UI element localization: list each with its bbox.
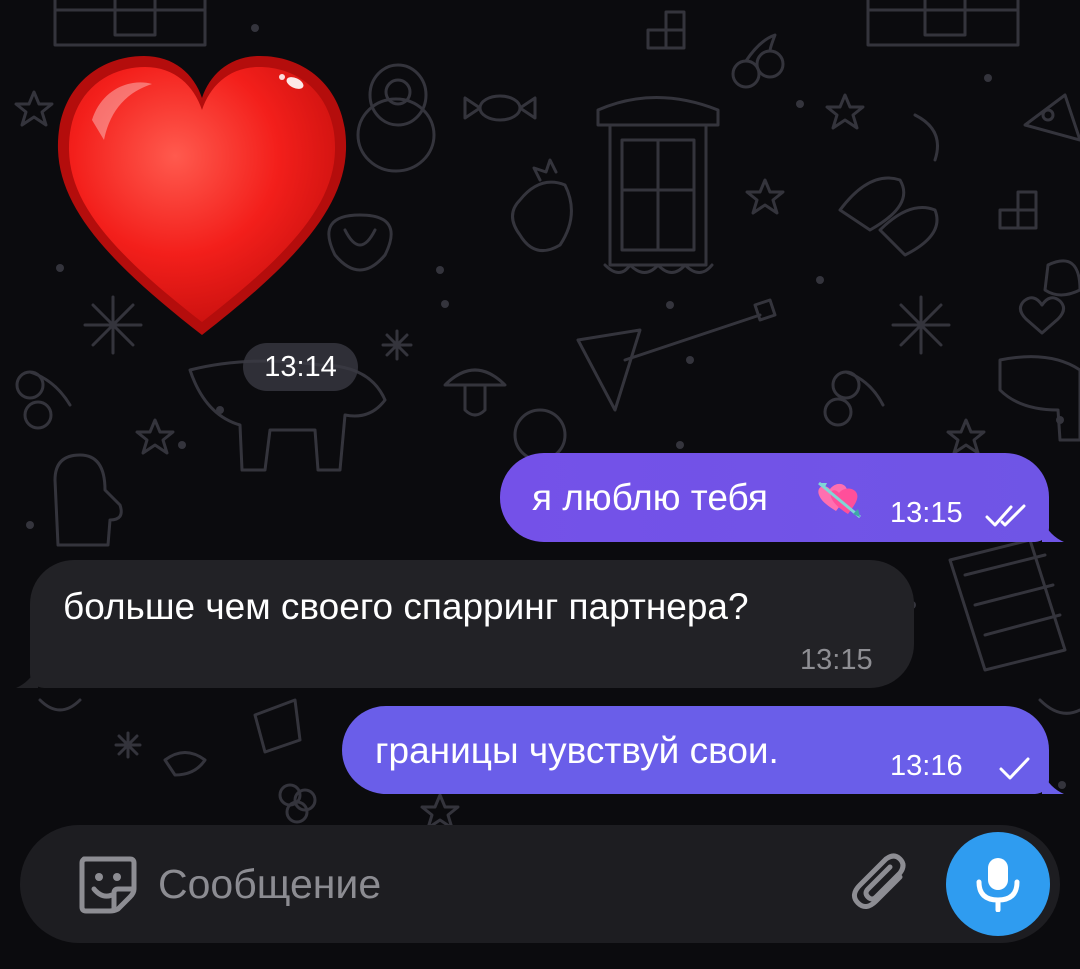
incoming-message-bubble[interactable]: больше чем своего спарринг партнера? 13:…	[30, 560, 914, 688]
paperclip-icon[interactable]	[846, 849, 916, 919]
message-time: 13:14	[243, 343, 358, 391]
message-input[interactable]	[158, 849, 828, 919]
bubble-tail	[1042, 772, 1064, 794]
chat-screen: 13:14 я люблю тебя 13:15 больше чем свое…	[0, 0, 1080, 969]
message-composer	[20, 825, 1060, 943]
message-text: больше чем своего спарринг партнера?	[63, 586, 749, 627]
bubble-tail	[16, 666, 38, 688]
double-check-icon	[985, 504, 1026, 527]
microphone-icon	[976, 858, 1020, 912]
heart-with-arrow-emoji	[818, 481, 861, 519]
red-heart-sticker[interactable]	[52, 50, 352, 340]
microphone-button[interactable]	[946, 832, 1050, 936]
bubble-tail	[1042, 520, 1064, 542]
message-time: 13:15	[800, 644, 873, 676]
message-time: 13:15	[890, 497, 963, 529]
outgoing-message-bubble[interactable]: я люблю тебя 13:15	[500, 453, 1049, 542]
message-text: я люблю тебя	[532, 477, 768, 518]
single-check-icon	[999, 757, 1030, 780]
message-text: границы чувствуй свои.	[375, 730, 779, 771]
sticker-icon[interactable]	[72, 849, 142, 919]
outgoing-message-bubble[interactable]: границы чувствуй свои. 13:16	[342, 706, 1049, 794]
message-time: 13:16	[890, 750, 963, 782]
